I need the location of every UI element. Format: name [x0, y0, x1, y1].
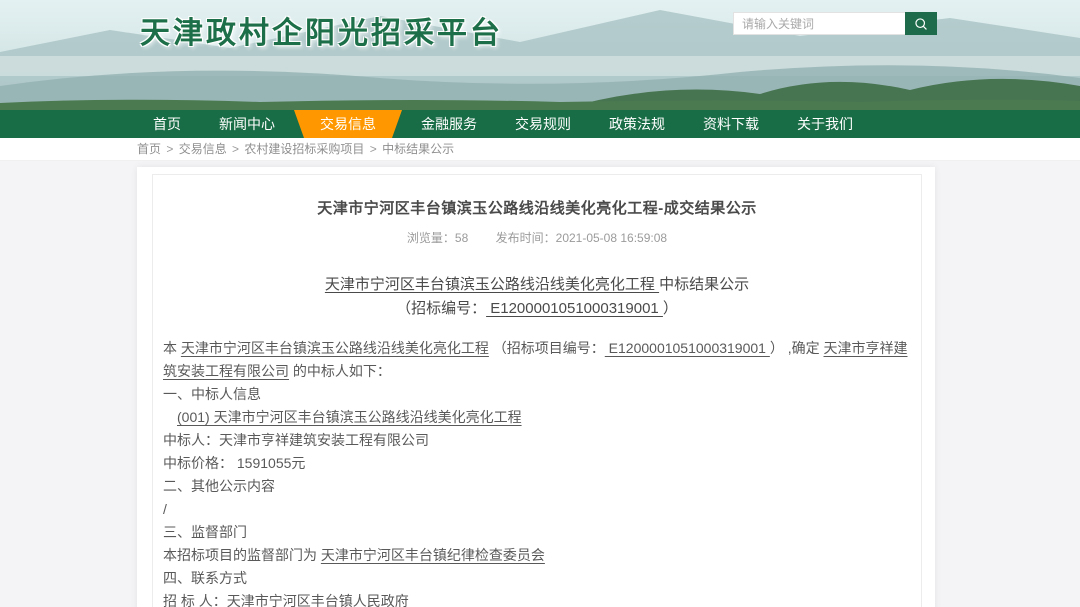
main-nav-items: 首页 新闻中心 交易信息 金融服务 交易规则 政策法规 资料下载 关于我们 — [134, 110, 1080, 138]
publish-value: 2021-05-08 16:59:08 — [556, 231, 667, 245]
nav-item-home[interactable]: 首页 — [134, 110, 200, 138]
text-segment: 中标结果公示 — [659, 276, 749, 293]
text-segment: ） — [663, 300, 678, 317]
nav-item-trade-info[interactable]: 交易信息 — [294, 110, 402, 138]
text-segment: E1200001051000319001 — [605, 340, 770, 356]
announcement-body: 本 天津市宁河区丰台镇滨玉公路线沿线美化亮化工程 （招标项目编号： E12000… — [163, 337, 911, 607]
text-segment: （招标项目编号： — [489, 340, 605, 356]
breadcrumb-rural-projects[interactable]: 农村建设招标采购项目 — [244, 142, 364, 156]
main-nav: 首页 新闻中心 交易信息 金融服务 交易规则 政策法规 资料下载 关于我们 — [0, 110, 1080, 138]
nav-item-news[interactable]: 新闻中心 — [200, 110, 294, 138]
views-label: 浏览量： — [407, 231, 455, 245]
nav-item-policies[interactable]: 政策法规 — [590, 110, 684, 138]
text-segment: 的中标人如下： — [289, 363, 391, 379]
text-segment: 中标人：天津市亨祥建筑安装工程有限公司 — [163, 432, 429, 448]
text-segment: 一、中标人信息 — [163, 386, 261, 402]
text-segment: 本 — [163, 340, 181, 356]
text-segment: 天津市宁河区丰台镇滨玉公路线沿线美化亮化工程 — [325, 276, 659, 293]
text-segment: 四、联系方式 — [163, 570, 247, 586]
breadcrumb: 首页 > 交易信息 > 农村建设招标采购项目 > 中标结果公示 — [0, 138, 1080, 161]
content-panel: 天津市宁河区丰台镇滨玉公路线沿线美化亮化工程-成交结果公示 浏览量：58 发布时… — [137, 167, 935, 607]
supervision-dept-line: 本招标项目的监督部门为 天津市宁河区丰台镇纪律检查委员会 — [163, 544, 911, 567]
winning-bidder-line: 中标人：天津市亨祥建筑安装工程有限公司 — [163, 429, 911, 452]
nav-item-downloads[interactable]: 资料下载 — [684, 110, 778, 138]
text-segment: ） ,确定 — [770, 340, 824, 356]
section-2-heading: 二、其他公示内容 — [163, 475, 911, 498]
search-icon — [913, 16, 929, 32]
text-segment: 天津市宁河区丰台镇纪律检查委员会 — [321, 547, 545, 563]
search-input[interactable] — [733, 12, 905, 35]
text-segment: 中标价格： 1591055元 — [163, 455, 305, 471]
text-segment: 二、其他公示内容 — [163, 478, 275, 494]
article-meta: 浏览量：58 发布时间：2021-05-08 16:59:08 — [163, 229, 911, 246]
winning-price-line: 中标价格： 1591055元 — [163, 452, 911, 475]
section-4-heading: 四、联系方式 — [163, 567, 911, 590]
section-1-heading: 一、中标人信息 — [163, 383, 911, 406]
views-value: 58 — [455, 231, 468, 245]
site-header: 天津政村企阳光招采平台 — [0, 0, 1080, 110]
paragraph-intro: 本 天津市宁河区丰台镇滨玉公路线沿线美化亮化工程 （招标项目编号： E12000… — [163, 337, 911, 383]
text-segment: 三、监督部门 — [163, 524, 247, 540]
search-button[interactable] — [905, 12, 937, 35]
announcement-subtitle: 天津市宁河区丰台镇滨玉公路线沿线美化亮化工程 中标结果公示 （招标编号： E12… — [163, 273, 911, 321]
views-count: 浏览量：58 — [407, 231, 468, 245]
subtitle-line-2: （招标编号： E1200001051000319001 ） — [163, 297, 911, 321]
nav-item-trade-rules[interactable]: 交易规则 — [496, 110, 590, 138]
text-segment — [163, 409, 177, 425]
nav-item-finance[interactable]: 金融服务 — [402, 110, 496, 138]
winning-bid-item: (001) 天津市宁河区丰台镇滨玉公路线沿线美化亮化工程 — [163, 406, 911, 429]
page-title: 天津市宁河区丰台镇滨玉公路线沿线美化亮化工程-成交结果公示 — [163, 197, 911, 218]
breadcrumb-current: 中标结果公示 — [382, 142, 454, 156]
search-box — [733, 12, 937, 35]
breadcrumb-trade-info[interactable]: 交易信息 — [179, 142, 227, 156]
breadcrumb-home[interactable]: 首页 — [137, 142, 161, 156]
nav-item-about[interactable]: 关于我们 — [778, 110, 872, 138]
text-segment: (001) 天津市宁河区丰台镇滨玉公路线沿线美化亮化工程 — [177, 409, 522, 425]
section-3-heading: 三、监督部门 — [163, 521, 911, 544]
text-segment: E1200001051000319001 — [486, 300, 663, 317]
publish-time: 发布时间：2021-05-08 16:59:08 — [496, 231, 667, 245]
subtitle-line-1: 天津市宁河区丰台镇滨玉公路线沿线美化亮化工程 中标结果公示 — [163, 273, 911, 297]
text-segment: / — [163, 501, 167, 517]
text-segment: 招 标 人：天津市宁河区丰台镇人民政府 — [163, 593, 409, 607]
breadcrumb-separator: > — [163, 142, 177, 156]
text-segment: 本招标项目的监督部门为 — [163, 547, 321, 563]
page: 天津政村企阳光招采平台 首页 新闻中心 交易信息 金融服务 交易规则 政策法规 … — [0, 0, 1080, 607]
section-2-content: / — [163, 498, 911, 521]
breadcrumb-separator: > — [366, 142, 380, 156]
text-segment: （招标编号： — [396, 300, 486, 317]
breadcrumb-separator: > — [229, 142, 243, 156]
text-segment: 天津市宁河区丰台镇滨玉公路线沿线美化亮化工程 — [181, 340, 489, 356]
tenderer-line: 招 标 人：天津市宁河区丰台镇人民政府 — [163, 590, 911, 607]
site-title: 天津政村企阳光招采平台 — [140, 8, 503, 52]
announcement-box: 天津市宁河区丰台镇滨玉公路线沿线美化亮化工程-成交结果公示 浏览量：58 发布时… — [152, 174, 922, 607]
publish-label: 发布时间： — [496, 231, 556, 245]
